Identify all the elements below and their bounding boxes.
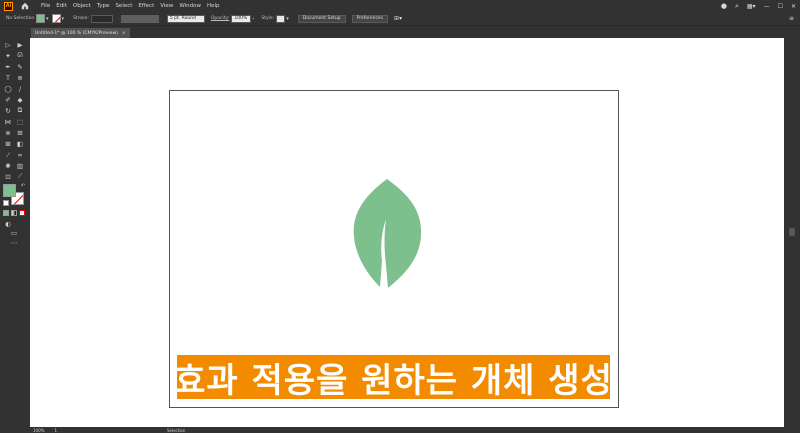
cloud-icon[interactable]: ●	[721, 2, 727, 10]
chevron-down-icon[interactable]: ▾	[62, 16, 65, 22]
panel-menu-icon[interactable]: ≡	[789, 15, 794, 22]
illustrator-window: Ai File Edit Object Type Select Effect V…	[0, 0, 800, 433]
leaf-shape[interactable]	[352, 177, 422, 289]
symbol-sprayer-icon[interactable]: ✺	[3, 161, 13, 170]
pen-tool-icon[interactable]: ✒	[3, 62, 13, 71]
rotate-tool-icon[interactable]: ↻	[3, 106, 13, 115]
scrollbar-thumb[interactable]	[789, 228, 795, 236]
screen-mode-icon[interactable]: ▭	[9, 228, 19, 237]
fill-color-box[interactable]	[3, 184, 16, 197]
artboard-number[interactable]: 1	[54, 428, 57, 433]
stroke-swatch[interactable]	[51, 14, 61, 23]
blend-tool-icon[interactable]: ∞	[15, 150, 25, 159]
current-tool-label: Selection	[166, 427, 186, 433]
menubar-right: ● ⌕ ▦▾ — ☐ ✕	[721, 0, 796, 12]
touch-type-icon[interactable]: ⊕	[15, 73, 25, 82]
selection-tool-icon[interactable]: ▷	[3, 40, 13, 49]
none-mode-icon[interactable]	[19, 210, 25, 216]
swap-colors-icon[interactable]: ↶	[18, 181, 28, 190]
close-tab-icon[interactable]: ×	[122, 31, 126, 36]
ellipse-tool-icon[interactable]: ◯	[3, 84, 13, 93]
slice-tool-icon[interactable]: ⟋	[15, 172, 25, 181]
home-icon[interactable]	[19, 0, 31, 12]
free-transform-icon[interactable]: ⬚	[15, 117, 25, 126]
default-colors-icon[interactable]	[3, 200, 9, 206]
perspective-grid-icon[interactable]: ⊞	[15, 128, 25, 137]
direct-selection-tool-icon[interactable]: ▶	[15, 40, 25, 49]
close-button[interactable]: ✕	[791, 3, 796, 10]
eraser-icon[interactable]: ◆	[15, 95, 25, 104]
chevron-down-icon[interactable]: ▾	[286, 16, 289, 22]
document-setup-button[interactable]: Document Setup	[297, 14, 346, 23]
opacity-label[interactable]: Opacity:	[211, 16, 230, 21]
stroke-weight-field[interactable]	[90, 14, 113, 23]
maximize-button[interactable]: ☐	[778, 3, 783, 10]
paintbrush-icon[interactable]: /	[15, 84, 25, 93]
app-logo: Ai	[4, 1, 13, 11]
brush-definition[interactable]: 5 pt. Round	[166, 14, 205, 23]
shaper-tool-icon[interactable]: ✐	[3, 95, 13, 104]
menu-select[interactable]: Select	[115, 3, 132, 9]
preferences-button[interactable]: Preferences	[351, 14, 389, 23]
zoom-level[interactable]: 100%	[33, 428, 44, 433]
menu-view[interactable]: View	[160, 3, 173, 9]
scale-tool-icon[interactable]: ⧉	[15, 106, 25, 115]
width-tool-icon[interactable]: ⋈	[3, 117, 13, 126]
menu-type[interactable]: Type	[97, 3, 110, 9]
menu-edit[interactable]: Edit	[56, 3, 67, 9]
drawing-mode-icon[interactable]: ◐	[3, 219, 13, 228]
column-graph-icon[interactable]: ▥	[15, 161, 25, 170]
stroke-label: Stroke:	[73, 16, 89, 21]
menu-help[interactable]: Help	[207, 3, 220, 9]
artboard[interactable]: 효과 적용을 원하는 개체 생성	[169, 90, 619, 408]
style-label: Style:	[261, 16, 275, 21]
shape-builder-icon[interactable]: ⊗	[3, 128, 13, 137]
menu-window[interactable]: Window	[179, 3, 201, 9]
curvature-tool-icon[interactable]: ✎	[15, 62, 25, 71]
minimize-button[interactable]: —	[764, 3, 770, 10]
type-tool-icon[interactable]: T	[3, 73, 13, 82]
eyedropper-icon[interactable]: ⁄	[3, 150, 13, 159]
menu-bar: Ai File Edit Object Type Select Effect V…	[0, 0, 800, 12]
arrange-icon[interactable]: ⊞▾	[394, 15, 402, 22]
artboard-tool-icon[interactable]: ⊡	[3, 172, 13, 181]
chevron-right-icon[interactable]: ›	[252, 16, 254, 22]
selection-label: No Selection	[6, 16, 35, 21]
fill-swatch[interactable]	[36, 14, 45, 23]
lasso-icon[interactable]: ᘏ	[15, 51, 25, 60]
style-swatch[interactable]	[276, 14, 286, 23]
tools-panel: ▷ ▶ ✦ ᘏ ✒ ✎ T ⊕ ◯ / ✐ ◆ ↻ ⧉ ⋈ ⬚ ⊗ ⊞ ⊠ ◧ …	[0, 38, 29, 433]
menu-object[interactable]: Object	[73, 3, 91, 9]
magic-wand-icon[interactable]: ✦	[3, 51, 13, 60]
variable-width-profile[interactable]	[120, 14, 159, 23]
workspace-icon[interactable]: ▦▾	[747, 3, 756, 10]
menu-effect[interactable]: Effect	[138, 3, 154, 9]
caption-banner: 효과 적용을 원하는 개체 생성	[174, 355, 613, 401]
opacity-field[interactable]: 100%	[231, 14, 252, 23]
search-icon[interactable]: ⌕	[735, 2, 739, 11]
document-tab[interactable]: Untitled-1* @ 100 % (CMYK/Preview) ×	[31, 28, 130, 38]
chevron-down-icon[interactable]: ▾	[46, 16, 49, 22]
more-tools-icon[interactable]: ⋯	[9, 238, 19, 247]
document-tab-bar: Untitled-1* @ 100 % (CMYK/Preview) ×	[29, 27, 800, 38]
canvas-area[interactable]: 효과 적용을 원하는 개체 생성	[30, 38, 784, 427]
document-tab-title: Untitled-1* @ 100 % (CMYK/Preview)	[35, 30, 118, 36]
mesh-tool-icon[interactable]: ⊠	[3, 139, 13, 148]
status-bar: 100% 1 Selection	[30, 427, 800, 433]
menu-list: File Edit Object Type Select Effect View…	[41, 3, 220, 9]
control-bar: No Selection ▾ ▾ Stroke: 5 pt. Round Opa…	[0, 12, 800, 26]
menu-file[interactable]: File	[41, 3, 50, 9]
gradient-tool-icon[interactable]: ◧	[15, 139, 25, 148]
vertical-scrollbar[interactable]	[784, 38, 800, 427]
color-mode-icon[interactable]	[3, 210, 9, 216]
caption-text: 효과 적용을 원하는 개체 생성	[174, 360, 613, 401]
gradient-mode-icon[interactable]	[11, 210, 17, 216]
